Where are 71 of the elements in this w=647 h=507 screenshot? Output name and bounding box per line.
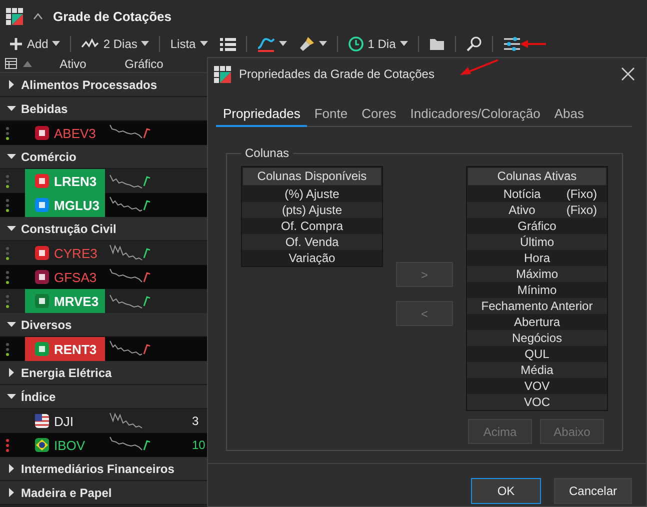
tab[interactable]: Fonte: [307, 102, 355, 127]
ticker-symbol: DJI: [54, 414, 74, 428]
list-item[interactable]: Média: [520, 363, 554, 377]
collapse-icon: [33, 12, 43, 20]
period-button[interactable]: 2 Dias: [76, 32, 154, 54]
list-item[interactable]: (pts) Ajuste: [282, 203, 342, 217]
window-title: Grade de Cotações: [53, 8, 172, 24]
fixed-tag: (Fixo): [566, 202, 597, 218]
column-header[interactable]: Ativo: [38, 56, 108, 70]
column-list[interactable]: Colunas Ativas Notícia (Fixo) Ativo (Fixo) Gráfico Último Hora Máximo Mínimo Fechamento Anterior Abertura Negócios QUL Média VOV VOC: [466, 166, 608, 411]
last-price: 10: [192, 438, 206, 452]
list-item[interactable]: VOC: [524, 395, 550, 409]
sort-icon: [23, 60, 32, 66]
last-price: 3: [192, 414, 199, 428]
ticker-symbol: LREN3: [54, 174, 97, 188]
list-header: Colunas Ativas: [467, 167, 607, 186]
app-logo-icon: [214, 66, 231, 82]
clock-button[interactable]: 1 Dia: [342, 32, 413, 54]
chart-lines-icon: [256, 36, 275, 52]
ticker-symbol: CYRE3: [54, 246, 98, 260]
tab[interactable]: Cores: [354, 102, 404, 127]
settings-sliders-icon: [502, 36, 521, 50]
group-title: Colunas: [244, 146, 290, 160]
app-logo-icon: [6, 8, 23, 24]
list-item[interactable]: Negócios: [512, 331, 562, 345]
brush-icon: [298, 36, 315, 52]
ticker-cell[interactable]: MGLU3: [25, 193, 105, 217]
column-list[interactable]: Colunas Disponíveis (%) Ajuste (pts) Ajuste Of. Compra Of. Venda Variação: [241, 166, 383, 267]
clock-icon: [348, 36, 364, 52]
close-button[interactable]: [620, 66, 636, 82]
ticker-cell[interactable]: RENT3: [25, 337, 105, 361]
ticker-symbol: IBOV: [54, 438, 86, 452]
group-name[interactable]: Diversos: [21, 318, 72, 332]
list-item[interactable]: Notícia: [503, 187, 541, 201]
tab[interactable]: Propriedades: [216, 102, 308, 127]
add-button[interactable]: Add: [4, 32, 66, 54]
fixed-tag: (Fixo): [566, 186, 597, 202]
ticker-symbol: MGLU3: [54, 198, 100, 212]
group-name[interactable]: Índice: [21, 390, 56, 404]
trend-line-icon: [81, 38, 100, 50]
ticker-symbol: ABEV3: [54, 126, 96, 140]
view-mode-button[interactable]: Lista: [165, 32, 213, 54]
list-header: Colunas Disponíveis: [242, 167, 382, 186]
column-header[interactable]: Gráfico: [114, 56, 174, 70]
folder-icon: [428, 36, 445, 50]
annotation-arrow: [520, 40, 546, 48]
list-item[interactable]: Último: [520, 235, 554, 249]
group-name[interactable]: Bebidas: [21, 102, 68, 116]
add-icon: [9, 36, 23, 50]
list-item[interactable]: Fechamento Anterior: [481, 299, 593, 313]
list-item[interactable]: VOV: [524, 379, 550, 393]
tab[interactable]: Indicadores/Coloração: [403, 102, 548, 127]
ticker-symbol: MRVE3: [54, 294, 99, 308]
tab[interactable]: Abas: [547, 102, 591, 127]
list-item[interactable]: QUL: [524, 347, 550, 361]
list-item[interactable]: Ativo: [508, 203, 536, 217]
ticker-cell[interactable]: LREN3: [25, 169, 105, 193]
list-item[interactable]: Of. Venda: [285, 235, 339, 249]
list-item[interactable]: Hora: [524, 251, 550, 265]
dialog-title: Propriedades da Grade de Cotações: [239, 67, 436, 81]
list-item[interactable]: Máximo: [516, 267, 558, 281]
ticker-symbol: RENT3: [54, 342, 97, 356]
table-icon: [5, 58, 17, 69]
cancel-button[interactable]: Cancelar: [554, 478, 632, 504]
search-icon: [466, 36, 482, 52]
ticker-cell[interactable]: MRVE3: [25, 289, 105, 313]
annotation-arrow: [460, 58, 500, 76]
ok-button[interactable]: OK: [471, 478, 541, 504]
ticker-symbol: GFSA3: [54, 270, 97, 284]
list-icon: [220, 36, 236, 50]
group-name[interactable]: Comércio: [21, 150, 76, 164]
